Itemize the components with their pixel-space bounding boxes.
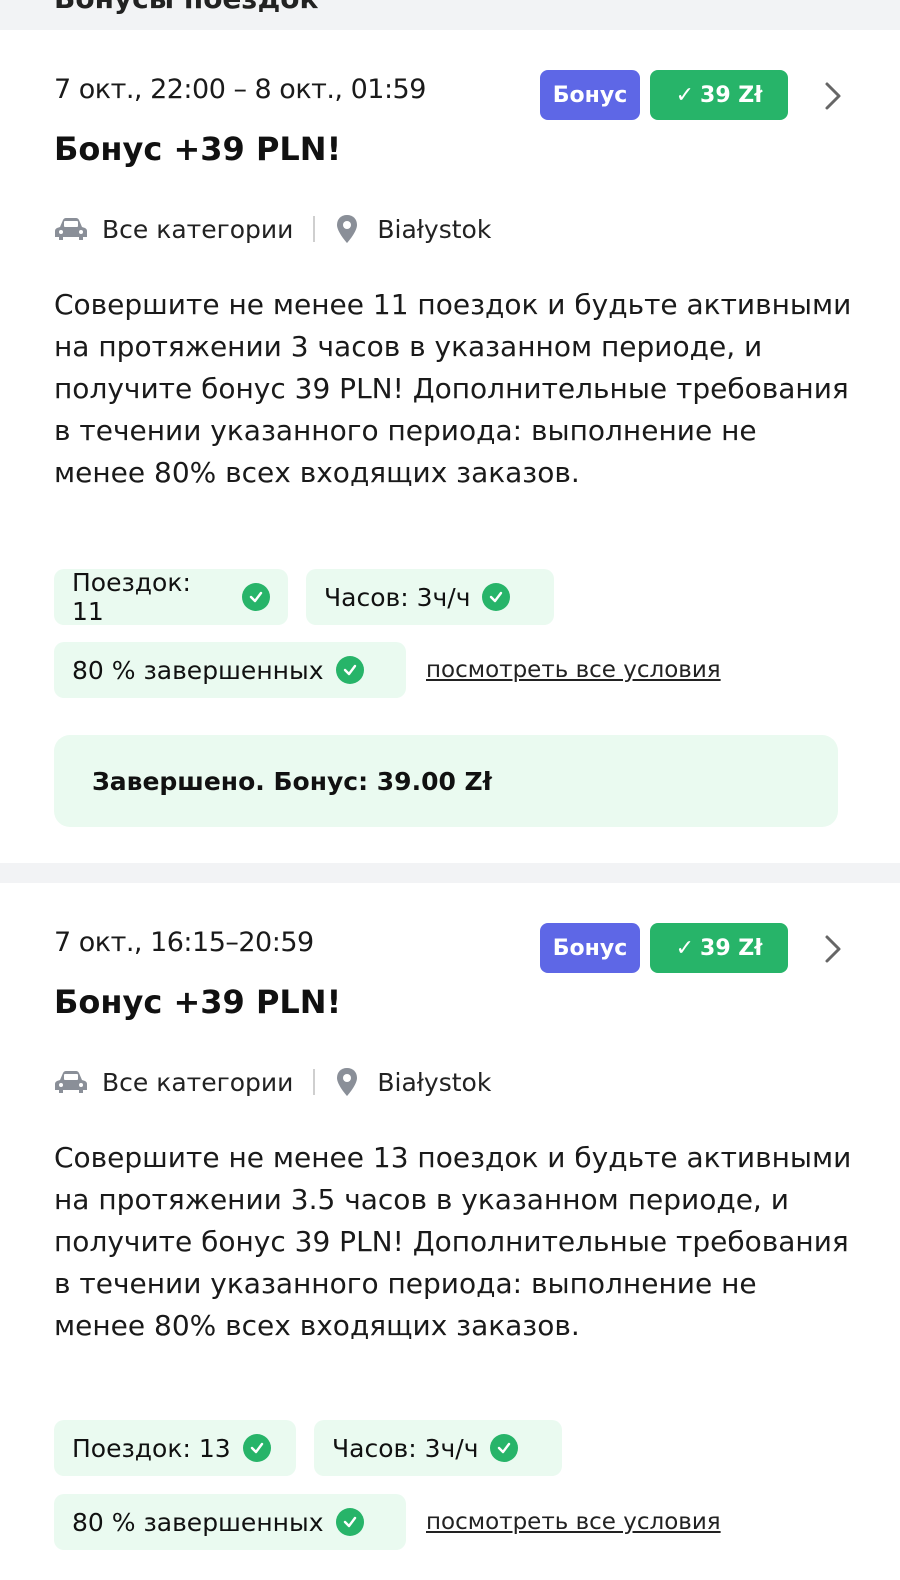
- check-circle-icon: [335, 1508, 364, 1536]
- city-label: Białystok: [377, 214, 492, 244]
- bonus-list-page: Бонусы поездок 7 окт., 22:00 – 8 окт., 0…: [0, 0, 900, 1580]
- category-label: Все категории: [102, 1067, 294, 1097]
- meta-divider: [313, 216, 316, 242]
- hours-label: Часов: 3ч/ч: [324, 582, 471, 612]
- hours-chip: Часов: 3ч/ч: [306, 569, 554, 625]
- bonus-description: Совершите не менее 11 поездок и будьте а…: [54, 288, 852, 489]
- bonus-amount-badge: ✓ 39 Zł: [650, 923, 788, 973]
- section-header: Бонусы поездок: [0, 0, 900, 30]
- bonus-amount: 39 Zł: [700, 935, 763, 961]
- city-label: Białystok: [377, 1067, 492, 1097]
- bonus-description: Совершите не менее 13 поездок и будьте а…: [54, 1141, 852, 1342]
- bonus-date: 7 окт., 22:00 – 8 окт., 01:59: [54, 74, 426, 105]
- bonus-title: Бонус +39 PLN!: [54, 130, 342, 168]
- rides-label: Поездок: 13: [72, 1433, 231, 1463]
- location-pin-icon: [337, 215, 358, 243]
- bonus-meta: Все категории Białystok: [54, 211, 491, 247]
- bonus-meta: Все категории Białystok: [54, 1064, 491, 1100]
- completion-label: 80 % завершенных: [72, 1507, 324, 1537]
- completion-label: 80 % завершенных: [72, 655, 324, 685]
- completion-status: Завершено. Бонус: 39.00 Zł: [54, 735, 838, 827]
- bonus-title: Бонус +39 PLN!: [54, 983, 342, 1021]
- hours-chip: Часов: 3ч/ч: [314, 1420, 562, 1476]
- chevron-right-icon[interactable]: [818, 929, 848, 969]
- bonus-type-badge: Бонус: [540, 923, 640, 973]
- rides-label: Поездок: 11: [72, 568, 191, 626]
- bonus-date: 7 окт., 16:15–20:59: [54, 927, 314, 958]
- check-circle-icon: [242, 1434, 271, 1462]
- location-pin-icon: [337, 1068, 358, 1096]
- car-icon: [55, 1071, 87, 1093]
- chevron-right-icon[interactable]: [818, 76, 848, 116]
- check-icon: ✓: [675, 82, 695, 108]
- check-icon: ✓: [675, 935, 695, 961]
- car-icon: [55, 218, 87, 240]
- view-all-conditions-link[interactable]: посмотреть все условия: [426, 657, 721, 683]
- completion-chip: 80 % завершенных: [54, 642, 406, 698]
- rides-chip: Поездок: 11: [54, 568, 288, 626]
- check-circle-icon: [242, 583, 270, 611]
- bonus-amount: 39 Zł: [700, 82, 763, 108]
- check-circle-icon: [490, 1434, 519, 1462]
- bonus-card[interactable]: 7 окт., 16:15–20:59 Бонус ✓ 39 Zł Бонус …: [0, 883, 900, 1580]
- category-label: Все категории: [102, 214, 294, 244]
- section-title: Бонусы поездок: [54, 0, 319, 15]
- bonus-card[interactable]: 7 окт., 22:00 – 8 окт., 01:59 Бонус ✓ 39…: [0, 30, 900, 863]
- bonus-type-badge: Бонус: [540, 70, 640, 120]
- bonus-amount-badge: ✓ 39 Zł: [650, 70, 788, 120]
- check-circle-icon: [482, 583, 511, 611]
- rides-chip: Поездок: 13: [54, 1420, 296, 1476]
- view-all-conditions-link[interactable]: посмотреть все условия: [426, 1509, 721, 1535]
- meta-divider: [313, 1069, 316, 1095]
- hours-label: Часов: 3ч/ч: [332, 1433, 479, 1463]
- check-circle-icon: [335, 656, 364, 684]
- completion-chip: 80 % завершенных: [54, 1494, 406, 1550]
